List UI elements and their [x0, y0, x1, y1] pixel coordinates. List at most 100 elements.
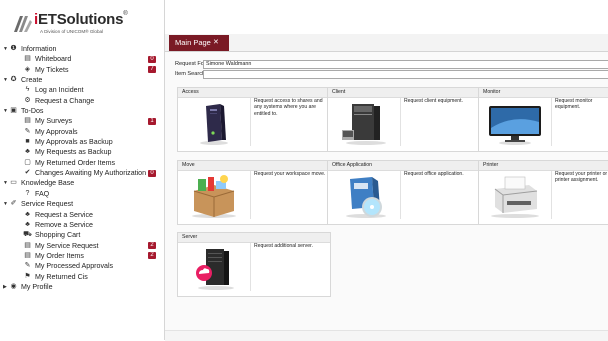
nav-item-label: Create [21, 76, 43, 85]
nav-item[interactable]: ▼ ✪ Create [0, 75, 164, 85]
nav-item-label: Service Request [21, 200, 74, 209]
nav-item-label: My Service Request [35, 241, 99, 250]
nav-item-label: My Order Items [35, 251, 84, 260]
logo-subtitle: A Division of UNICOM® Global [40, 29, 104, 34]
nav-item-icon: ◉ [10, 282, 17, 290]
nav-item[interactable]: ? FAQ [0, 189, 164, 199]
nav-item-label: Log an Incident [35, 86, 84, 95]
service-card[interactable]: Office Application Request office applica… [327, 160, 479, 225]
nav-item-label: My Requests as Backup [35, 148, 112, 157]
collapse-arrow-icon[interactable]: ▼ [3, 106, 8, 116]
access-server-icon [182, 100, 246, 146]
service-card-title: Client [328, 88, 478, 98]
tab-close-icon[interactable]: ✕ [213, 35, 219, 51]
nav-item[interactable]: ✎ My Approvals [0, 127, 164, 137]
nav-item[interactable]: ⛟ Shopping Cart [0, 230, 164, 240]
sidebar: iETSolutions® A Division of UNICOM® Glob… [0, 0, 165, 340]
nav-item-label: Whiteboard [35, 55, 72, 64]
nav-item[interactable]: ✔ Changes Awaiting My Authorization 0 [0, 168, 164, 178]
tab-main-page[interactable]: Main Page ✕ [169, 35, 229, 51]
service-card[interactable]: Move Request your workspace move. [177, 160, 331, 225]
nav-item[interactable]: ▤ My Surveys 1 [0, 116, 164, 126]
nav-item[interactable]: ▢ My Returned Order Items [0, 158, 164, 168]
nav-item[interactable]: ▤ Whiteboard 0 [0, 54, 164, 64]
service-card-description: Request access to shares and any systems… [250, 98, 326, 146]
service-card-title: Move [178, 161, 330, 171]
nav-item[interactable]: ◈ My Tickets 7 [0, 65, 164, 75]
nav-item[interactable]: ♣ My Requests as Backup [0, 147, 164, 157]
nav-item-icon: ▤ [24, 117, 31, 125]
nav-item[interactable]: ▼ ▣ To-Dos [0, 106, 164, 116]
nav-item-icon: ⛟ [23, 231, 32, 239]
nav-item-label: Changes Awaiting My Authorization [35, 169, 147, 178]
logo-registered: ® [123, 11, 128, 17]
count-badge: 2 [148, 242, 156, 250]
service-card-title: Printer [479, 161, 608, 171]
logo-text-rest: ETSolutions [37, 11, 124, 28]
nav-item-icon: ✐ [10, 200, 17, 208]
service-card-description: Request office application. [400, 171, 474, 219]
nav-item-label: Shopping Cart [35, 231, 81, 240]
nav-item-icon: ✔ [24, 169, 31, 177]
client-pc-icon [332, 100, 396, 146]
item-search-label: Item Search: [175, 71, 207, 77]
service-card[interactable]: Access Request access to shares and any s… [177, 87, 331, 152]
nav-item-label: My Approvals as Backup [35, 138, 113, 147]
nav-item-icon: ▤ [24, 251, 31, 259]
service-card-description: Request your printer or printer assignme… [551, 171, 608, 219]
service-card[interactable]: Printer Request your printer or printer a… [478, 160, 608, 225]
service-card-title: Office Application [328, 161, 478, 171]
navigation-tree: ▼ ❶ Information ▤ Whiteboard 0 ◈ My Tickets 7 ▼ ✪ C… [0, 44, 164, 292]
nav-item[interactable]: ▤ My Service Request 2 [0, 241, 164, 251]
logo-text: iETSolutions® [34, 11, 128, 28]
collapse-arrow-icon[interactable]: ▼ [3, 44, 8, 54]
printer-icon [483, 173, 547, 219]
top-bar [165, 0, 608, 34]
expand-arrow-icon[interactable]: ▶ [3, 282, 7, 292]
nav-item[interactable]: ■ My Approvals as Backup [0, 137, 164, 147]
horizontal-scrollbar[interactable] [165, 330, 608, 341]
nav-item-label: Information [21, 45, 57, 53]
nav-item-label: My Tickets [35, 65, 69, 74]
collapse-arrow-icon[interactable]: ▼ [3, 75, 8, 85]
logo-mark-icon [14, 16, 32, 32]
moving-box-icon [182, 173, 246, 219]
nav-item-icon: ▣ [10, 107, 17, 115]
office-software-icon [332, 173, 396, 219]
count-badge: 2 [148, 252, 156, 260]
nav-item-icon: ? [25, 189, 30, 197]
nav-item-icon: ✎ [24, 127, 31, 135]
service-card-description: Request your workspace move. [250, 171, 326, 219]
nav-item[interactable]: ϟ Log an Incident [0, 85, 164, 95]
service-card-title: Server [178, 233, 330, 243]
service-card[interactable]: Server Request additional server. [177, 232, 331, 297]
tab-main-page-label: Main Page [175, 38, 211, 47]
nav-item-icon: ■ [25, 138, 30, 146]
service-card[interactable]: Monitor Request monitor equipment. [478, 87, 608, 152]
nav-item[interactable]: ✎ My Processed Approvals [0, 261, 164, 271]
nav-item[interactable]: ⚙ Request a Change [0, 96, 164, 106]
nav-item[interactable]: ♣ Remove a Service [0, 220, 164, 230]
nav-item-icon: ▢ [24, 158, 31, 166]
nav-item-label: To-Dos [21, 107, 44, 116]
nav-item-icon: ♣ [25, 220, 30, 228]
nav-item-icon: ◈ [24, 65, 31, 73]
collapse-arrow-icon[interactable]: ▼ [3, 199, 8, 209]
nav-item[interactable]: ▶ ◉ My Profile [0, 282, 164, 292]
nav-item[interactable]: ♣ Request a Service [0, 210, 164, 220]
service-card-description: Request additional server. [250, 243, 326, 291]
nav-item[interactable]: ▤ My Order Items 2 [0, 251, 164, 261]
item-search-input[interactable] [203, 70, 608, 79]
count-badge: 0 [148, 55, 156, 63]
request-for-input[interactable]: Simone Waldmann [203, 60, 608, 69]
nav-item[interactable]: ▼ ❶ Information [0, 44, 164, 54]
nav-item[interactable]: ▼ ▭ Knowledge Base [0, 178, 164, 188]
nav-item[interactable]: ▼ ✐ Service Request [0, 199, 164, 209]
service-card-title: Monitor [479, 88, 608, 98]
service-card[interactable]: Client Request client equipment. [327, 87, 479, 152]
collapse-arrow-icon[interactable]: ▼ [3, 178, 8, 188]
nav-item[interactable]: ⚑ My Returned Cis [0, 272, 164, 282]
count-badge: 7 [148, 66, 156, 74]
nav-item-label: FAQ [35, 189, 50, 198]
nav-item-label: My Surveys [35, 117, 73, 126]
